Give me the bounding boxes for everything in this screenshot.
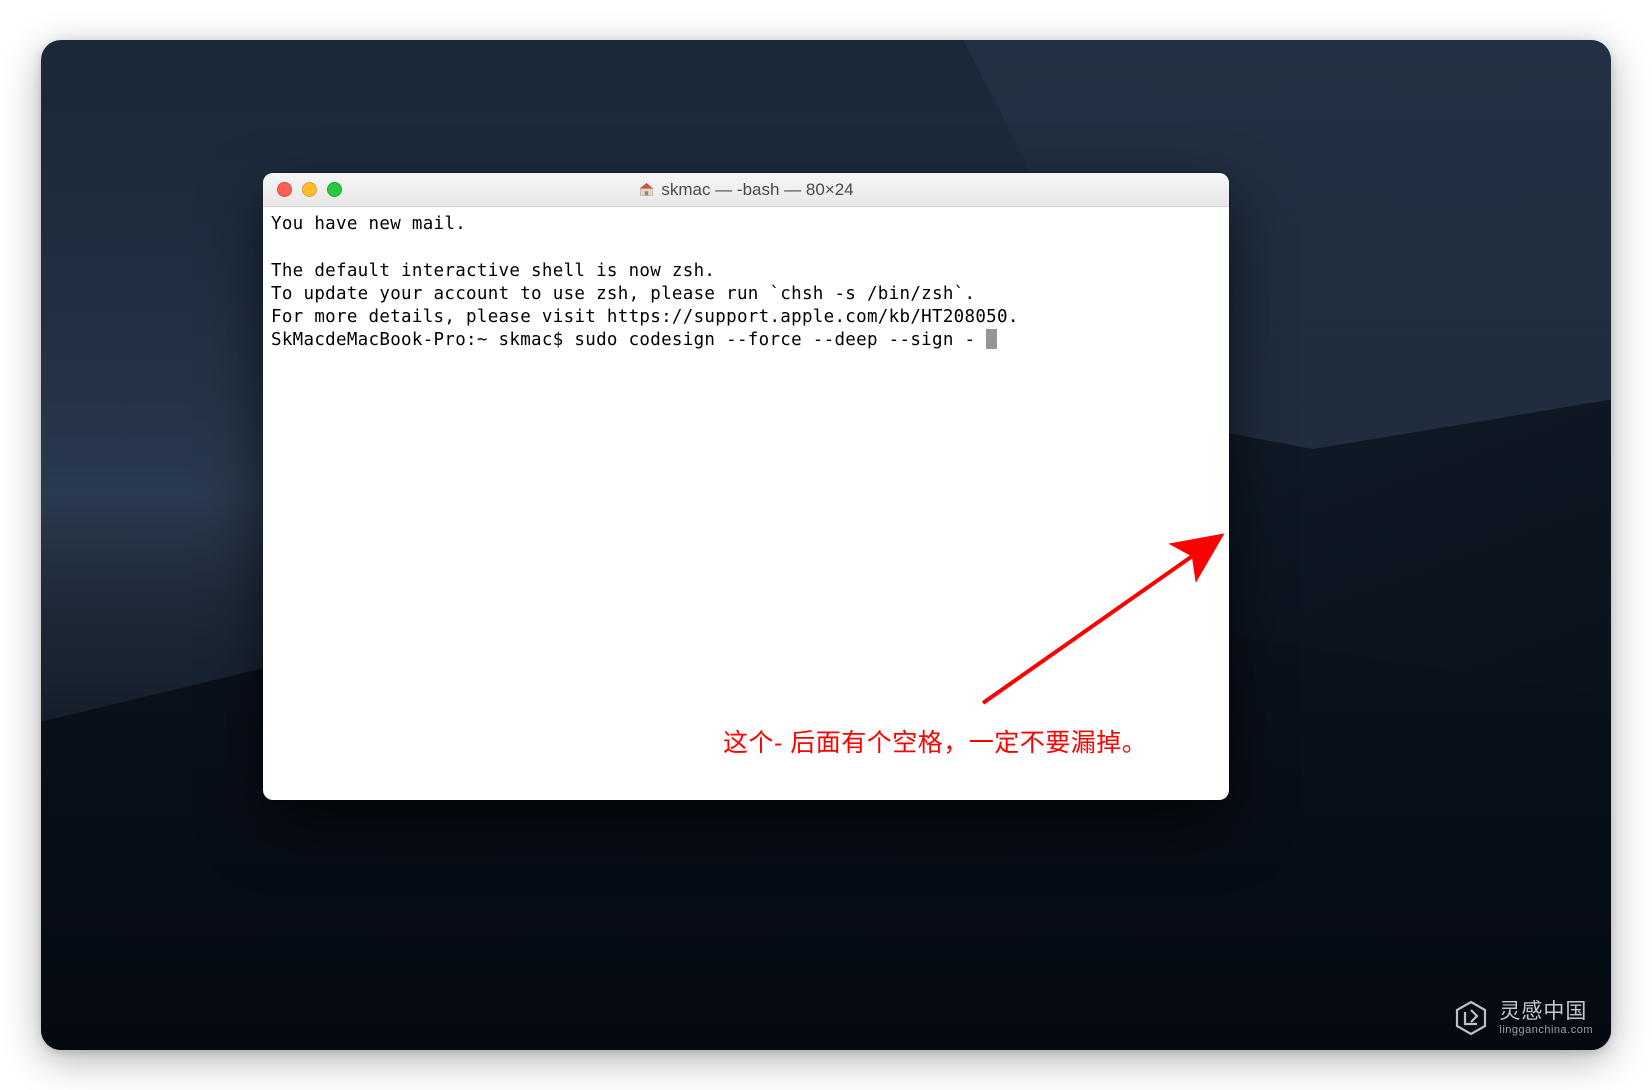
watermark-cn-text: 灵感中国 (1499, 1000, 1593, 1023)
window-title-text: skmac — -bash — 80×24 (661, 180, 853, 200)
terminal-cursor (986, 329, 997, 349)
window-title: skmac — -bash — 80×24 (263, 180, 1229, 200)
window-titlebar[interactable]: skmac — -bash — 80×24 (263, 173, 1229, 207)
annotation-arrow (963, 523, 1229, 713)
close-button[interactable] (277, 182, 292, 197)
watermark-text-group: 灵感中国 lingganchina.com (1499, 1000, 1593, 1035)
minimize-button[interactable] (302, 182, 317, 197)
terminal-prompt: SkMacdeMacBook-Pro:~ skmac$ (271, 330, 574, 350)
terminal-content[interactable]: You have new mail. The default interacti… (263, 207, 1229, 359)
desktop-wallpaper-frame: skmac — -bash — 80×24 You have new mail.… (41, 40, 1611, 1050)
terminal-command: sudo codesign --force --deep --sign - (574, 330, 986, 350)
terminal-line: To update your account to use zsh, pleas… (271, 284, 975, 304)
maximize-button[interactable] (327, 182, 342, 197)
watermark: 灵感中国 lingganchina.com (1451, 998, 1593, 1038)
terminal-line: The default interactive shell is now zsh… (271, 261, 715, 281)
terminal-window[interactable]: skmac — -bash — 80×24 You have new mail.… (263, 173, 1229, 800)
terminal-line: You have new mail. (271, 214, 466, 234)
annotation-label: 这个- 后面有个空格，一定不要漏掉。 (723, 723, 1147, 759)
home-folder-icon (638, 181, 655, 198)
traffic-lights-group (263, 182, 342, 197)
watermark-en-text: lingganchina.com (1499, 1024, 1593, 1036)
terminal-line: For more details, please visit https://s… (271, 307, 1019, 327)
watermark-logo-icon (1451, 998, 1491, 1038)
